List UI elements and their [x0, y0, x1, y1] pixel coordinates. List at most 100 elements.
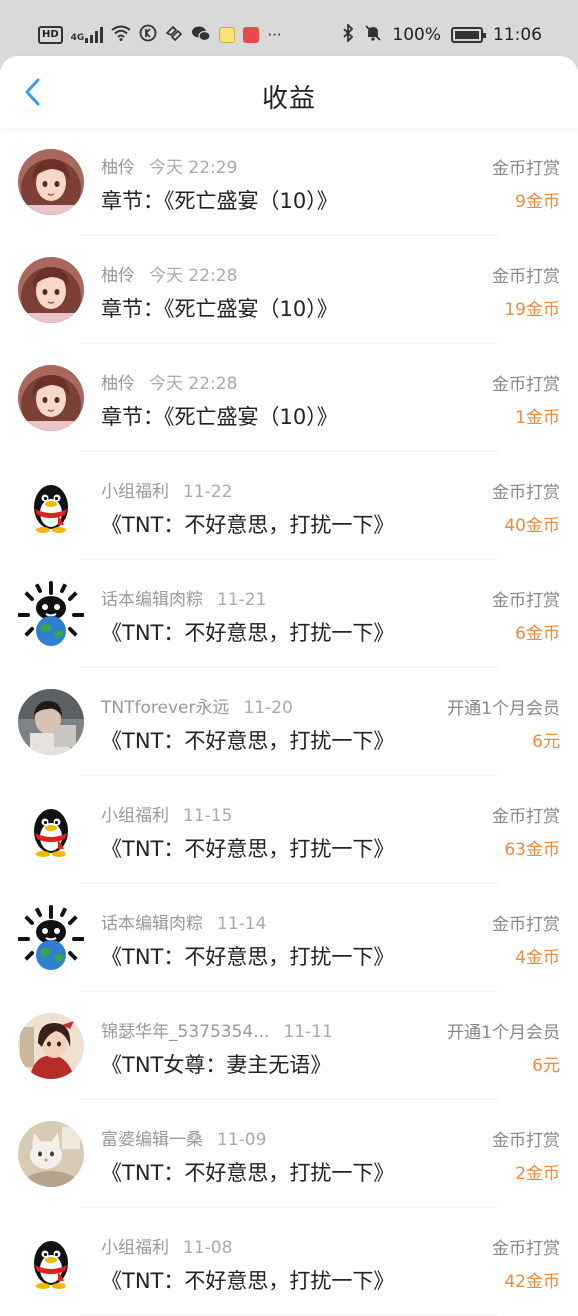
work-title: 《TNT：不好意思，打扰一下》: [101, 729, 395, 753]
avatar-girl-image: [18, 149, 84, 215]
row-meta: 小组福利 11-22: [101, 477, 232, 502]
earning-row[interactable]: 柚伶 今天 22:28 章节：《死亡盛宴（10）》 金币打赏 1金币: [0, 344, 578, 452]
hd-icon: HD: [38, 26, 63, 44]
clock: 11:06: [493, 25, 542, 45]
row-meta: 柚伶 今天 22:29: [101, 153, 237, 178]
avatar[interactable]: [18, 797, 84, 863]
earning-row[interactable]: 小组福利 11-15 《TNT：不好意思，打扰一下》 金币打赏 63金币: [0, 776, 578, 884]
avatar[interactable]: [18, 1229, 84, 1295]
sender-name: 富婆编辑一桑: [101, 1130, 203, 1150]
row-meta: 话本编辑肉粽 11-21: [101, 585, 266, 610]
earning-amount: 6元: [532, 732, 560, 752]
row-date: 今天 22:28: [149, 374, 238, 394]
status-right-icons: 100% 11:06: [342, 22, 542, 46]
earning-amount: 1金币: [515, 408, 560, 428]
earning-type: 金币打赏: [492, 591, 560, 611]
avatar[interactable]: [18, 473, 84, 539]
battery-icon: [451, 27, 486, 43]
row-meta: 小组福利 11-15: [101, 801, 232, 826]
sender-name: 小组福利: [101, 806, 169, 826]
avatar[interactable]: [18, 1013, 84, 1079]
work-title: 《TNT：不好意思，打扰一下》: [101, 1161, 395, 1185]
work-title: 《TNT：不好意思，打扰一下》: [101, 513, 395, 537]
row-date: 11-09: [217, 1130, 267, 1150]
earning-amount: 9金币: [515, 192, 560, 212]
earning-amount: 6元: [532, 1056, 560, 1076]
avatar-photo-image: [18, 689, 84, 755]
earning-row[interactable]: 锦瑟华年_5375354... 11-11 《TNT女尊：妻主无语》 开通1个月会…: [0, 992, 578, 1100]
row-date: 11-20: [243, 698, 293, 718]
earning-amount: 2金币: [515, 1164, 560, 1184]
sender-name: 话本编辑肉粽: [101, 914, 203, 934]
sender-name: 小组福利: [101, 1238, 169, 1258]
earning-amount: 6金币: [515, 624, 560, 644]
work-title: 《TNT女尊：妻主无语》: [101, 1053, 332, 1077]
earning-type: 金币打赏: [492, 1239, 560, 1259]
avatar[interactable]: [18, 581, 84, 647]
avatar-globe-image: [18, 581, 84, 647]
app-red-icon: [243, 27, 260, 43]
earning-row[interactable]: 柚伶 今天 22:28 章节：《死亡盛宴（10）》 金币打赏 19金币: [0, 236, 578, 344]
row-date: 11-14: [217, 914, 267, 934]
work-title: 《TNT：不好意思，打扰一下》: [101, 945, 395, 969]
bluetooth-icon: [342, 22, 354, 46]
earning-row[interactable]: 柚伶 今天 22:29 章节：《死亡盛宴（10）》 金币打赏 9金币: [0, 128, 578, 236]
earning-type: 金币打赏: [492, 1131, 560, 1151]
avatar[interactable]: [18, 689, 84, 755]
wechat-icon: [191, 25, 211, 46]
row-meta: 富婆编辑一桑 11-09: [101, 1125, 266, 1150]
earning-row[interactable]: 富婆编辑一桑 11-09 《TNT：不好意思，打扰一下》 金币打赏 2金币: [0, 1100, 578, 1208]
earning-row[interactable]: TNTforever永远 11-20 《TNT：不好意思，打扰一下》 开通1个月会…: [0, 668, 578, 776]
row-date: 11-22: [183, 482, 233, 502]
avatar-penguin-image: [18, 797, 84, 863]
earning-row[interactable]: 小组福利 11-22 《TNT：不好意思，打扰一下》 金币打赏 40金币: [0, 452, 578, 560]
row-date: 今天 22:29: [149, 158, 238, 178]
avatar-penguin-image: [18, 473, 84, 539]
work-title: 章节：《死亡盛宴（10）》: [101, 405, 338, 429]
row-date: 11-08: [183, 1238, 233, 1258]
avatar[interactable]: [18, 1121, 84, 1187]
sender-name: 柚伶: [101, 158, 135, 178]
work-title: 《TNT：不好意思，打扰一下》: [101, 621, 395, 645]
sender-name: 锦瑟华年_5375354...: [101, 1022, 270, 1042]
sender-name: TNTforever永远: [101, 698, 230, 718]
avatar-globe-image: [18, 905, 84, 971]
earning-type: 金币打赏: [492, 807, 560, 827]
earning-amount: 19金币: [504, 300, 560, 320]
earnings-list: 柚伶 今天 22:29 章节：《死亡盛宴（10）》 金币打赏 9金币 柚伶 今天 2…: [0, 128, 578, 1316]
avatar-anime-image: [18, 1013, 84, 1079]
row-date: 11-15: [183, 806, 233, 826]
earning-amount: 4金币: [515, 948, 560, 968]
earning-type: 开通1个月会员: [447, 1023, 560, 1043]
earning-type: 开通1个月会员: [447, 699, 560, 719]
earning-type: 金币打赏: [492, 267, 560, 287]
sender-name: 柚伶: [101, 266, 135, 286]
mute-bell-icon: [364, 24, 382, 46]
row-meta: 锦瑟华年_5375354... 11-11: [101, 1017, 333, 1042]
wifi-icon: [111, 25, 131, 45]
earning-row[interactable]: 小组福利 11-08 《TNT：不好意思，打扰一下》 金币打赏 42金币: [0, 1208, 578, 1316]
avatar-cat-image: [18, 1121, 84, 1187]
earning-type: 金币打赏: [492, 159, 560, 179]
avatar[interactable]: [18, 257, 84, 323]
row-date: 今天 22:28: [149, 266, 238, 286]
work-title: 章节：《死亡盛宴（10）》: [101, 189, 338, 213]
earning-type: 金币打赏: [492, 483, 560, 503]
avatar-penguin-image: [18, 1229, 84, 1295]
earning-row[interactable]: 话本编辑肉粽 11-14 《TNT：不好意思，打扰一下》 金币打赏 4金币: [0, 884, 578, 992]
avatar-girl-image: [18, 257, 84, 323]
earning-amount: 63金币: [504, 840, 560, 860]
avatar-girl-image: [18, 365, 84, 431]
earning-type: 金币打赏: [492, 375, 560, 395]
app-heart-icon: [165, 25, 183, 45]
app-k-icon: [139, 24, 157, 46]
row-date: 11-21: [217, 590, 267, 610]
row-date: 11-11: [283, 1022, 333, 1042]
avatar[interactable]: [18, 149, 84, 215]
avatar[interactable]: [18, 905, 84, 971]
earning-type: 金币打赏: [492, 915, 560, 935]
avatar[interactable]: [18, 365, 84, 431]
earning-row[interactable]: 话本编辑肉粽 11-21 《TNT：不好意思，打扰一下》 金币打赏 6金币: [0, 560, 578, 668]
work-title: 《TNT：不好意思，打扰一下》: [101, 837, 395, 861]
network-type-label: 4G: [70, 33, 85, 43]
